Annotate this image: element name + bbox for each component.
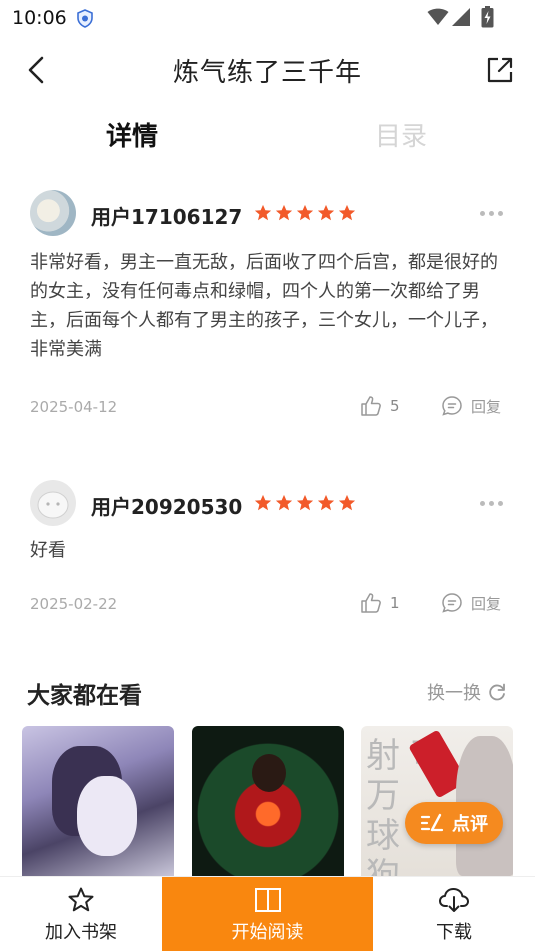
star-icon (296, 494, 314, 511)
book-cover[interactable] (192, 726, 344, 886)
comment-bubble-icon (442, 396, 462, 416)
thumbs-up-icon (361, 396, 381, 416)
review-label: 点评 (452, 814, 488, 835)
avatar[interactable] (30, 190, 76, 236)
more-options-icon[interactable] (480, 501, 503, 506)
like-button[interactable]: 5 (360, 395, 400, 417)
star-icon (275, 494, 293, 511)
comment-date: 2025-04-12 (30, 398, 118, 416)
book-cover[interactable] (22, 726, 174, 886)
comment-date: 2025-02-22 (30, 595, 118, 613)
reply-button[interactable]: 回复 (441, 592, 501, 614)
star-icon (338, 204, 356, 221)
star-outline-icon (68, 887, 94, 911)
more-options-icon[interactable] (480, 211, 503, 216)
start-reading-button[interactable]: 开始阅读 (162, 877, 373, 951)
shield-icon (77, 9, 93, 28)
refresh-label: 换一换 (427, 683, 481, 704)
reply-button[interactable]: 回复 (441, 395, 501, 417)
share-icon (487, 57, 513, 83)
add-to-shelf-button[interactable]: 加入书架 (0, 877, 162, 951)
star-icon (275, 204, 293, 221)
rating-stars (254, 204, 356, 222)
star-icon (338, 494, 356, 511)
refresh-icon (489, 683, 505, 701)
star-icon (317, 494, 335, 511)
refresh-button[interactable]: 换一换 (427, 679, 507, 705)
reply-label: 回复 (471, 594, 502, 613)
cloud-download-icon (439, 887, 469, 912)
share-button[interactable] (484, 54, 516, 86)
tab-details-label: 详情 (106, 122, 159, 152)
edit-review-icon (420, 813, 444, 832)
like-count: 5 (390, 397, 400, 415)
like-count: 1 (390, 594, 400, 612)
download-button[interactable]: 下载 (373, 877, 535, 951)
default-avatar-icon (37, 491, 69, 519)
thumbs-up-icon (361, 593, 381, 613)
status-time: 10:06 (12, 7, 67, 29)
tab-bar: 详情 目录 (0, 112, 535, 162)
reply-label: 回复 (471, 397, 502, 416)
comment-text: 好看 (30, 540, 66, 561)
cover-title-text: 射 可 万 球 狗 (366, 736, 445, 886)
start-reading-label: 开始阅读 (231, 921, 304, 943)
download-label: 下载 (436, 921, 472, 943)
avatar[interactable] (30, 480, 76, 526)
comment-bubble-icon (442, 593, 462, 613)
review-button[interactable]: 点评 (405, 802, 503, 844)
star-icon (254, 204, 272, 221)
status-bar: 10:06 (0, 0, 535, 36)
like-button[interactable]: 1 (360, 592, 400, 614)
bottom-action-bar: 加入书架 开始阅读 下载 (0, 876, 535, 951)
open-book-icon (254, 887, 281, 912)
comment-item: 用户17106127 非常好看，男主一直无敌，后面收了四个后宫，都是很好的的女主… (0, 190, 535, 430)
star-icon (254, 494, 272, 511)
add-to-shelf-label: 加入书架 (45, 921, 117, 943)
rating-stars (254, 494, 356, 512)
tab-toc-label: 目录 (375, 122, 428, 152)
comment-username[interactable]: 用户17106127 (91, 201, 242, 230)
star-icon (317, 204, 335, 221)
tab-table-of-contents[interactable]: 目录 (375, 116, 427, 153)
section-title: 大家都在看 (27, 682, 142, 709)
tab-details[interactable]: 详情 (106, 116, 160, 153)
star-icon (296, 204, 314, 221)
wifi-icon (427, 8, 449, 25)
page-title: 炼气练了三千年 (172, 58, 362, 88)
comment-text: 非常好看，男主一直无敌，后面收了四个后宫，都是很好的的女主，没有任何毒点和绿帽，… (30, 252, 498, 360)
header: 炼气练了三千年 (0, 44, 535, 100)
comment-username[interactable]: 用户20920530 (91, 491, 242, 520)
signal-icon (452, 8, 470, 26)
battery-icon (481, 6, 494, 28)
comment-item: 用户20920530 好看 2025-02-22 1 回复 (0, 480, 535, 620)
